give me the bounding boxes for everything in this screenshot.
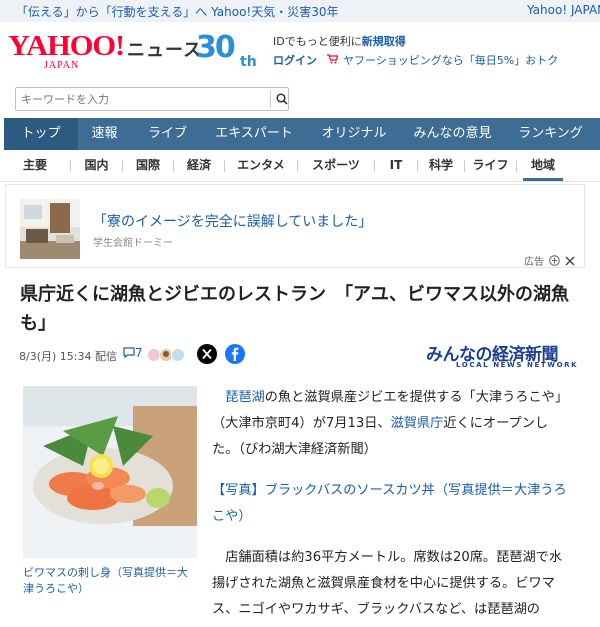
article-photo[interactable] xyxy=(23,386,197,558)
photo-caption[interactable]: ビワマスの刺し身（写真提供＝大津うろこや） xyxy=(23,565,197,597)
shopping-promo-link[interactable]: ヤフーショッピングなら「毎日5%」おトク xyxy=(343,54,558,67)
ad-label: 広告 xyxy=(524,257,544,268)
category-local[interactable]: 地域 xyxy=(523,150,563,181)
login-shopping-row: ログイン ヤフーショッピングなら「毎日5%」おトク xyxy=(273,52,558,68)
article-title: 県庁近くに湖魚とジビエのレストラン 「アユ、ビワマス以外の湖魚も」 xyxy=(20,284,569,334)
lake-biwa-link[interactable]: 琵琶湖 xyxy=(225,390,265,405)
nav-original[interactable]: オリジナル xyxy=(304,118,404,150)
category-main[interactable]: 主要 xyxy=(0,150,70,181)
ad-banner[interactable]: 「寮のイメージを完全に誤解していました」 学生会館ドーミー 広告 xyxy=(5,184,585,268)
info-icon xyxy=(549,255,560,266)
share-facebook-button[interactable] xyxy=(225,344,245,364)
article-body: 琵琶湖の魚と滋賀県産ジビエを提供する「大津うろこや」（大津市京町4）が7月13日… xyxy=(212,385,574,623)
yahoo-japan-link[interactable]: Yahoo! JAPAN xyxy=(527,3,600,17)
photo-gallery-link[interactable]: 【写真】ブラックバスのソースカツ丼（写真提供＝大津うろこや） xyxy=(212,478,574,530)
register-link[interactable]: 新規取得 xyxy=(362,35,406,48)
category-world[interactable]: 国際 xyxy=(123,150,173,181)
nav-opinion[interactable]: みんなの意見 xyxy=(404,118,501,150)
shiga-pref-link[interactable]: 滋賀県庁 xyxy=(391,416,444,431)
category-sports[interactable]: スポーツ xyxy=(298,150,374,181)
facebook-icon xyxy=(231,347,239,361)
share-x-button[interactable] xyxy=(197,344,217,364)
cart-icon xyxy=(326,54,342,67)
category-economy[interactable]: 経済 xyxy=(174,150,224,181)
search-icon xyxy=(276,93,288,105)
comments-link[interactable]: 7 xyxy=(123,346,143,360)
ad-title[interactable]: 「寮のイメージを完全に誤解していました」 xyxy=(93,211,372,231)
comment-icon xyxy=(123,347,135,359)
category-nav: 主要 国内 国際 経済 エンタメ スポーツ IT 科学 ライフ 地域 xyxy=(0,150,600,182)
nav-ranking[interactable]: ランキング xyxy=(501,118,600,150)
site-header: YAHOO! JAPAN ニュース 30 th IDでもっと便利に新規取得 ログ… xyxy=(0,22,600,78)
search-box xyxy=(15,87,289,111)
comment-count: 7 xyxy=(135,346,143,360)
source-logo[interactable]: みんなの経済新聞 LOCAL NEWS NETWORK xyxy=(426,340,577,370)
nav-live[interactable]: ライブ xyxy=(131,118,204,150)
ad-label-row: 広告 xyxy=(524,253,575,268)
top-announcement-bar: 「伝える」から「行動を支える」へ Yahoo!天気・災害30年 Yahoo! J… xyxy=(0,0,600,22)
nav-top[interactable]: トップ xyxy=(4,118,78,150)
anniversary-badge[interactable]: 30 th xyxy=(194,28,266,72)
news-label: ニュース xyxy=(127,40,203,61)
paragraph: 琵琶湖の魚と滋賀県産ジビエを提供する「大津うろこや」（大津市京町4）が7月13日… xyxy=(212,385,574,463)
commenter-avatars xyxy=(147,348,185,362)
search-button[interactable] xyxy=(270,90,288,108)
nav-breaking[interactable]: 速報 xyxy=(78,118,131,150)
search-input[interactable] xyxy=(16,88,260,110)
id-promo-text: IDでもっと便利に xyxy=(273,35,362,48)
id-promo: IDでもっと便利に新規取得 xyxy=(273,33,406,49)
login-link[interactable]: ログイン xyxy=(273,54,317,67)
main-nav: トップ 速報 ライブ エキスパート オリジナル みんなの意見 ランキング xyxy=(4,118,600,150)
paragraph: 店舗面積は約36平方メートル。席数は20席。琵琶湖で水揚げされた湖魚と滋賀県産食… xyxy=(212,550,563,617)
publish-date: 8/3(月) 15:34 配信 xyxy=(19,350,117,363)
yahoo-news-logo[interactable]: YAHOO! JAPAN xyxy=(8,32,130,72)
source-tagline: LOCAL NEWS NETWORK xyxy=(456,361,579,369)
ad-thumbnail[interactable] xyxy=(20,199,80,259)
category-it[interactable]: IT xyxy=(375,150,417,181)
logo-subtext: JAPAN xyxy=(44,60,80,71)
anniversary-number: 30 xyxy=(196,30,236,65)
announcement-link[interactable]: 「伝える」から「行動を支える」へ Yahoo!天気・災害30年 xyxy=(16,3,339,20)
category-domestic[interactable]: 国内 xyxy=(71,150,122,181)
nav-expert[interactable]: エキスパート xyxy=(204,118,304,150)
divider xyxy=(516,160,517,172)
x-icon xyxy=(202,348,212,360)
category-entertainment[interactable]: エンタメ xyxy=(225,150,297,181)
category-science[interactable]: 科学 xyxy=(418,150,464,181)
category-life[interactable]: ライフ xyxy=(465,150,516,181)
ad-sponsor: 学生会館ドーミー xyxy=(93,238,173,249)
logo-text: YAHOO! xyxy=(8,30,125,62)
close-icon xyxy=(565,256,575,266)
anniversary-suffix: th xyxy=(240,54,257,70)
